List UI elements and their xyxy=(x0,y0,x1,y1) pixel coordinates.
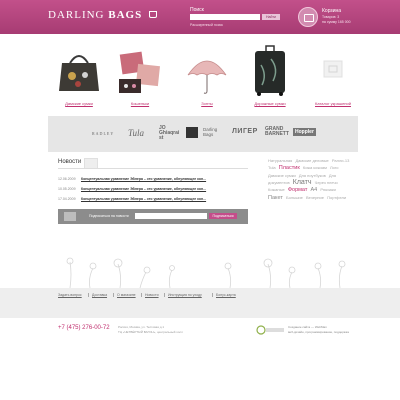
advanced-search-link[interactable]: Расширенный поиск xyxy=(190,23,223,27)
news-link[interactable]: Концептуальная уравнение Эйлера – это ур… xyxy=(81,187,206,191)
studio-logo-icon[interactable] xyxy=(256,325,286,335)
tag-link[interactable]: Дамские деловые xyxy=(295,158,328,163)
brand-hoppler[interactable]: Hoppler xyxy=(293,128,316,136)
divider xyxy=(164,293,165,297)
address-line: ТЦ «ЧЕТВЁРТЫЙ ВАГОН», центральный холл xyxy=(118,330,183,334)
footer-link-care[interactable]: Инструкция по уходу xyxy=(168,293,202,297)
subscribe-button[interactable]: Подписаться xyxy=(209,213,237,219)
tag-link[interactable]: Большие xyxy=(286,195,303,200)
category-label[interactable]: Кошельки xyxy=(117,101,163,106)
divider xyxy=(141,293,142,297)
brand-tula[interactable]: Tula xyxy=(128,128,144,138)
tag-link[interactable]: Рюкзаки xyxy=(320,187,336,192)
divider xyxy=(113,293,114,297)
divider xyxy=(58,168,248,169)
subscribe-bar: Подписаться на новости Подписаться xyxy=(58,209,248,224)
handbag-image xyxy=(56,45,102,97)
divider xyxy=(212,293,213,297)
site-header: DARLING BAGS Поиск Найти Расширенный пои… xyxy=(0,0,400,34)
tag-cloud: Натуральная Дамские деловые Ралли-13 Tul… xyxy=(268,157,353,202)
subscribe-label: Подписаться на новости xyxy=(89,214,129,218)
jewelry-placeholder-image xyxy=(310,45,356,97)
logo-text-bags: BAGS xyxy=(108,9,143,21)
cart-items-count: Товаров: 3 xyxy=(322,15,340,19)
search-label: Поиск xyxy=(190,7,204,13)
news-item[interactable]: 12.06.2009 Концептуальная уравнение Эйле… xyxy=(58,177,248,181)
search-button[interactable]: Найти xyxy=(262,14,280,20)
category-label[interactable]: Дамские сумки xyxy=(56,101,102,106)
news-link[interactable]: Концептуальная уравнение Эйлера – это ур… xyxy=(81,177,206,181)
phone-number: +7 (475) 276-00-72 xyxy=(58,325,110,331)
brand-darling-icon xyxy=(186,127,198,138)
address-line: Россия, Москва, ул. Тестовая д.1 xyxy=(118,325,165,329)
bag-icon xyxy=(148,11,157,18)
tag-link[interactable]: Ралли-13 xyxy=(332,158,349,163)
news-date: 12.06.2009 xyxy=(58,177,76,181)
search-input[interactable] xyxy=(190,14,260,20)
category-wallets[interactable]: Кошельки xyxy=(117,45,163,106)
tag-link[interactable]: Формат xyxy=(288,187,308,193)
umbrella-image xyxy=(184,45,230,97)
footer-link-delivery[interactable]: Доставка xyxy=(92,293,107,297)
studio-credit[interactable]: Создание сайта — WebMan xyxy=(288,325,327,329)
tag-link[interactable]: Портфели xyxy=(327,195,346,200)
flowers-decoration xyxy=(66,257,346,288)
footer-link-about[interactable]: О магазине xyxy=(117,293,136,297)
footer-link-news[interactable]: Новости xyxy=(145,293,159,297)
tag-link[interactable]: Для ноутбуков xyxy=(299,173,326,178)
category-label[interactable]: Дорожные сумки xyxy=(247,101,293,106)
tag-link[interactable]: Кожа кожзам xyxy=(303,165,327,170)
tag-link[interactable]: Через плечо xyxy=(315,180,338,185)
mail-icon xyxy=(64,212,76,221)
site-logo[interactable]: DARLING BAGS xyxy=(48,9,157,21)
brand-darling-bags[interactable]: Darling Bags xyxy=(203,127,227,137)
tag-link[interactable]: Кожаные xyxy=(268,187,285,192)
brand-jo[interactable]: JO Ghiaqrai st xyxy=(159,126,181,141)
brand-liger[interactable]: ЛИГЕР xyxy=(232,128,258,135)
brand-radley[interactable]: RADLEY xyxy=(92,131,114,136)
news-link[interactable]: Концептуальная уравнение Эйлера – это ур… xyxy=(81,197,206,201)
tag-link[interactable]: Дамские сумки xyxy=(268,173,296,178)
tag-link[interactable]: Вечерние xyxy=(306,195,324,200)
news-title[interactable]: Новости xyxy=(58,159,81,165)
footer-link-bonus-card[interactable]: Бонус-карта xyxy=(216,293,236,297)
news-item[interactable]: 10.05.2009 Концептуальная уравнение Эйле… xyxy=(58,187,248,191)
category-label[interactable]: Зонты xyxy=(184,101,230,106)
category-jewelry[interactable]: Каталог украшений xyxy=(310,45,356,106)
cart-title[interactable]: Корзина xyxy=(322,8,341,14)
category-label[interactable]: Каталог украшений xyxy=(310,101,356,106)
studio-services: веб-дизайн, программирование, поддержка xyxy=(288,330,349,334)
tag-link[interactable]: Лого xyxy=(330,165,338,170)
cart-total: на сумму 165 000 xyxy=(322,20,351,24)
divider xyxy=(88,293,89,297)
category-travel-bags[interactable]: Дорожные сумки xyxy=(247,45,293,106)
footer-link-ask-question[interactable]: Задать вопрос xyxy=(58,293,82,297)
tag-link[interactable]: Пластик xyxy=(279,165,300,171)
logo-text-darling: DARLING xyxy=(48,9,105,21)
category-umbrellas[interactable]: Зонты xyxy=(184,45,230,106)
brand-grand-barnett[interactable]: GRAND BARNETT xyxy=(265,127,289,137)
tag-link[interactable]: Tula xyxy=(268,165,276,170)
wallet-image xyxy=(117,45,163,97)
tag-link[interactable]: Натуральная xyxy=(268,158,292,163)
cart-icon[interactable] xyxy=(298,7,318,27)
tag-link[interactable]: Пакет xyxy=(268,195,283,201)
news-item[interactable]: 17.04.2009 Концептуальная уравнение Эйле… xyxy=(58,197,248,201)
travel-bag-image xyxy=(247,45,293,97)
subscribe-email-input[interactable] xyxy=(135,213,207,219)
category-handbags[interactable]: Дамские сумки xyxy=(56,45,102,106)
news-date: 17.04.2009 xyxy=(58,197,76,201)
news-date: 10.05.2009 xyxy=(58,187,76,191)
tag-link[interactable]: А4 xyxy=(311,187,318,193)
tag-link[interactable]: Клатч xyxy=(293,179,312,186)
